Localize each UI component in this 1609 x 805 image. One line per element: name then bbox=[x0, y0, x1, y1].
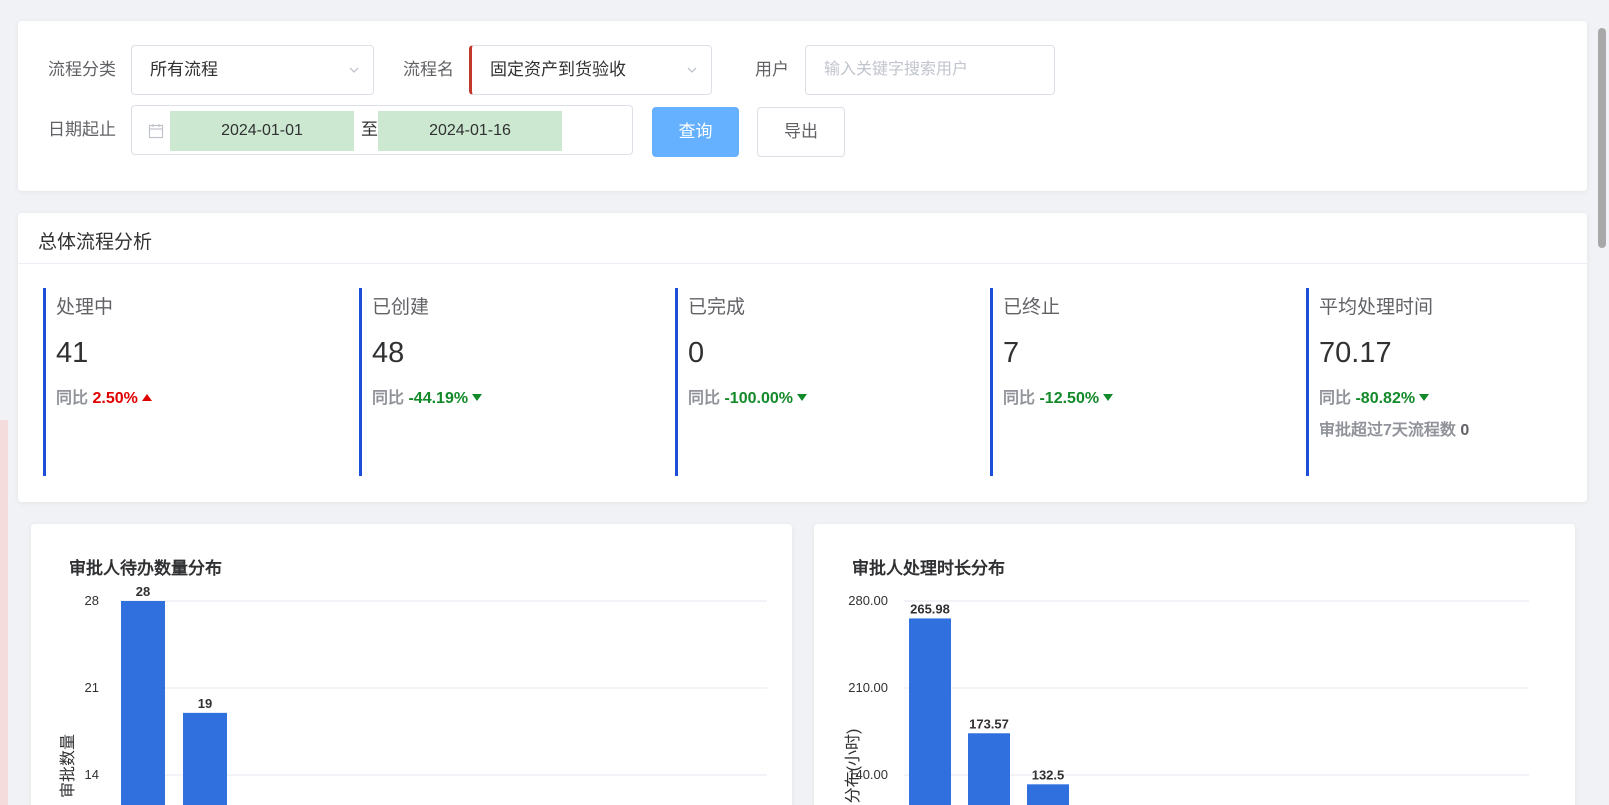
bar-value-label: 265.98 bbox=[910, 601, 950, 616]
process-label: 流程名 bbox=[403, 60, 454, 79]
yoy-label: 同比 bbox=[1319, 390, 1352, 407]
scrollbar-thumb[interactable] bbox=[1598, 28, 1606, 248]
summary-panel: 总体流程分析 处理中 41 同比 2.50% 已创建 48 同比 -44.19%… bbox=[18, 213, 1587, 502]
y-tick-label: 14 bbox=[85, 767, 99, 782]
user-search-input[interactable] bbox=[805, 45, 1055, 95]
yoy-value: -100.00% bbox=[724, 390, 793, 407]
processing-time-chart: 280.00210.00140.00分布(小时)265.98173.57132.… bbox=[844, 593, 1529, 805]
stat-label: 已创建 bbox=[372, 297, 430, 318]
yoy-label: 同比 bbox=[688, 390, 721, 407]
processing-time-chart-panel: 审批人处理时长分布 280.00 210.00 140.00 分布(小时) 265.98… bbox=[814, 524, 1575, 805]
stat-value: 41 bbox=[56, 337, 89, 369]
overdue-value: 0 bbox=[1460, 422, 1470, 439]
stat-yoy: 同比 2.50% bbox=[56, 384, 343, 408]
stat-label: 处理中 bbox=[56, 297, 114, 318]
yoy-value: -12.50% bbox=[1039, 390, 1100, 407]
stat-value: 70.17 bbox=[1319, 337, 1392, 369]
user-label: 用户 bbox=[755, 60, 789, 79]
stat-value: 7 bbox=[1003, 337, 1020, 369]
y-tick-label: 21 bbox=[85, 680, 99, 695]
stat-processing: 处理中 41 同比 2.50% bbox=[43, 288, 343, 476]
bar-value-label: 132.5 bbox=[1032, 767, 1065, 782]
date-label: 日期起止 bbox=[48, 120, 116, 139]
bar-value-label: 19 bbox=[198, 696, 212, 711]
y-axis-label: 审批数量 bbox=[59, 734, 77, 798]
date-end-input[interactable]: 2024-01-16 bbox=[378, 111, 562, 151]
stat-completed: 已完成 0 同比 -100.00% bbox=[675, 288, 975, 476]
process-value: 固定资产到货验收 bbox=[490, 60, 626, 79]
stat-label: 已终止 bbox=[1003, 297, 1061, 318]
yoy-value: -80.82% bbox=[1355, 390, 1416, 407]
yoy-label: 同比 bbox=[1003, 390, 1036, 407]
yoy-label: 同比 bbox=[56, 390, 89, 407]
yoy-label: 同比 bbox=[372, 390, 405, 407]
stat-average-time: 平均处理时间 70.17 同比 -80.82% 审批超过7天流程数 0 bbox=[1306, 288, 1576, 476]
stat-value: 48 bbox=[372, 337, 405, 369]
stat-yoy: 同比 -12.50% bbox=[1003, 384, 1290, 408]
y-axis-label: 分布(小时) bbox=[844, 729, 862, 804]
trend-down-icon bbox=[1103, 394, 1114, 401]
bar[interactable] bbox=[968, 733, 1010, 805]
query-button[interactable]: 查询 bbox=[652, 107, 739, 157]
left-edge-strip bbox=[0, 420, 8, 805]
trend-down-icon bbox=[796, 394, 807, 401]
chevron-down-icon bbox=[687, 67, 697, 73]
filter-panel: 流程分类 所有流程 流程名 固定资产到货验收 用户 日期起止 2024-01-0… bbox=[18, 21, 1587, 191]
bar[interactable] bbox=[183, 712, 227, 805]
y-tick-label: 28 bbox=[85, 593, 99, 608]
pending-count-chart: 28 21 14 审批数量 28 19 bbox=[59, 584, 767, 805]
category-select[interactable]: 所有流程 bbox=[131, 45, 374, 95]
stat-label: 平均处理时间 bbox=[1319, 297, 1434, 318]
calendar-icon bbox=[148, 124, 164, 139]
stat-terminated: 已终止 7 同比 -12.50% bbox=[990, 288, 1290, 476]
process-select[interactable]: 固定资产到货验收 bbox=[469, 45, 712, 95]
yoy-value: 2.50% bbox=[92, 390, 138, 407]
pending-count-chart-panel: 审批人待办数量分布 28 21 14 审批数量 28 19 bbox=[31, 524, 792, 805]
trend-up-icon bbox=[141, 394, 152, 401]
trend-down-icon bbox=[1419, 394, 1430, 401]
bar[interactable] bbox=[121, 601, 165, 805]
stat-yoy: 同比 -44.19% bbox=[372, 384, 659, 408]
bar-value-label: 28 bbox=[136, 584, 150, 599]
summary-title: 总体流程分析 bbox=[38, 232, 153, 253]
bar[interactable] bbox=[1027, 784, 1069, 805]
stat-created: 已创建 48 同比 -44.19% bbox=[359, 288, 659, 476]
stat-label: 已完成 bbox=[688, 297, 746, 318]
bar-value-label: 173.57 bbox=[969, 716, 1009, 731]
stat-yoy: 同比 -80.82% bbox=[1319, 384, 1576, 408]
y-tick-label: 280.00 bbox=[848, 593, 888, 608]
overdue-label: 审批超过7天流程数 bbox=[1319, 422, 1456, 439]
date-separator: 至 bbox=[361, 120, 378, 139]
bar[interactable] bbox=[909, 618, 951, 805]
y-tick-label: 210.00 bbox=[848, 680, 888, 695]
stat-value: 0 bbox=[688, 337, 705, 369]
category-label: 流程分类 bbox=[48, 60, 116, 79]
scrollbar-track[interactable] bbox=[1595, 0, 1609, 805]
summary-divider bbox=[18, 263, 1587, 264]
overdue-count: 审批超过7天流程数 0 bbox=[1319, 416, 1576, 440]
chevron-down-icon bbox=[349, 67, 359, 73]
date-start-input[interactable]: 2024-01-01 bbox=[170, 111, 354, 151]
trend-down-icon bbox=[472, 394, 483, 401]
yoy-value: -44.19% bbox=[408, 390, 469, 407]
export-button[interactable]: 导出 bbox=[757, 107, 845, 157]
date-range-picker[interactable]: 2024-01-01 至 2024-01-16 bbox=[131, 105, 633, 155]
category-value: 所有流程 bbox=[150, 60, 218, 79]
stat-yoy: 同比 -100.00% bbox=[688, 384, 975, 408]
